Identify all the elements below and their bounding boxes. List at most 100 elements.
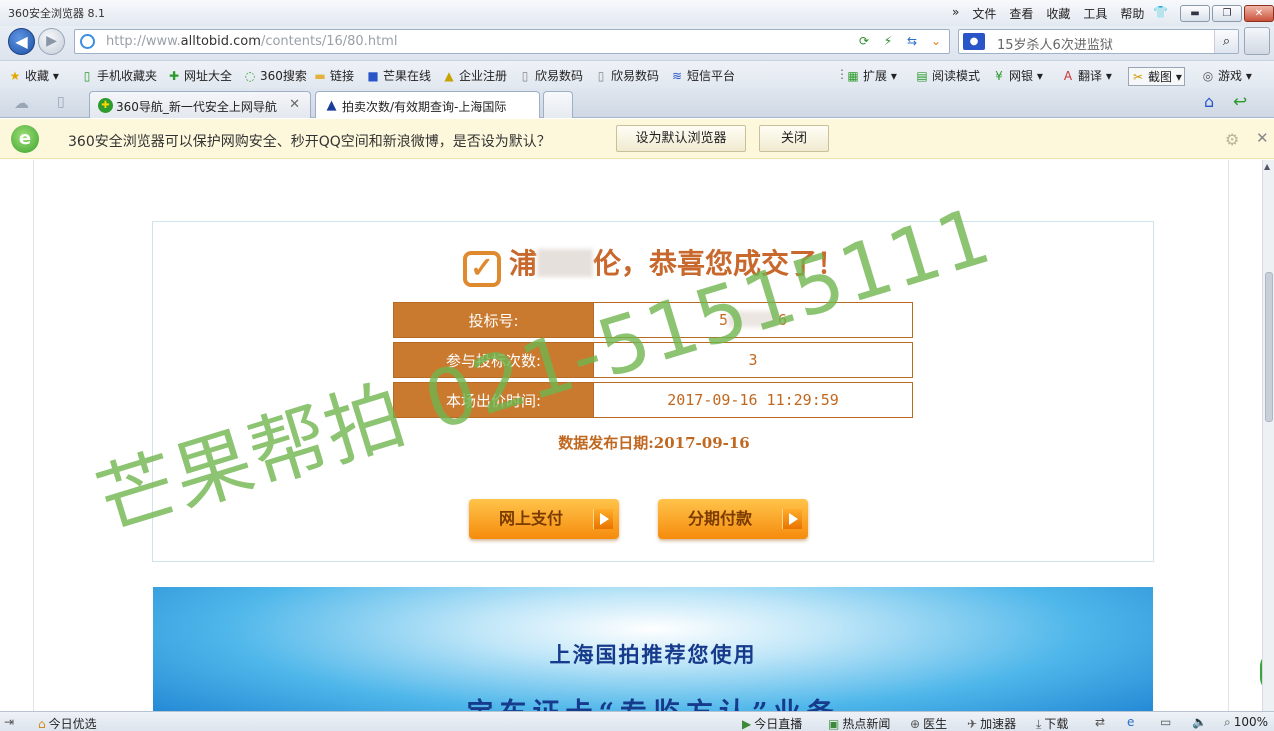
navigation-bar: ◀ ▶ http://www.alltobid.com/contents/16/… <box>0 26 1274 60</box>
play-arrow-icon <box>593 509 613 529</box>
cloud-icon[interactable]: ☁ <box>14 94 29 112</box>
infobar-close-button[interactable]: 关闭 <box>759 125 829 152</box>
status-p2p-icon[interactable]: ⇄ <box>1095 715 1105 729</box>
bookmark-mobile[interactable]: ▯ 手机收藏夹 <box>80 67 157 84</box>
forward-button[interactable]: ▶ <box>38 28 65 55</box>
menu-help[interactable]: 帮助 <box>1120 5 1144 22</box>
gear-icon[interactable]: ⚙ <box>1225 130 1239 149</box>
pay-installment-button[interactable]: 分期付款 <box>658 499 808 539</box>
tool-games[interactable]: ◎ 游戏 ▾ <box>1201 67 1252 84</box>
set-default-button[interactable]: 设为默认浏览器 <box>616 125 746 152</box>
menu-file[interactable]: 文件 <box>972 5 996 22</box>
sidebar-toggle-icon[interactable]: ⇥ <box>4 715 14 729</box>
bid-time-label: 本场出价时间: <box>393 382 594 418</box>
result-card: ✓ 浦伦，恭喜您成交了！ 投标号: 56 参与投标次数: 3 本场出价时间: 20… <box>152 221 1154 562</box>
play-arrow-icon <box>782 509 802 529</box>
maximize-button[interactable]: ❐ <box>1212 5 1242 22</box>
title-bar: 360安全浏览器 8.1 » 文件 查看 收藏 工具 帮助 👕 ▬ ❐ ✕ <box>0 0 1274 26</box>
menu-tools[interactable]: 工具 <box>1083 5 1107 22</box>
bid-time-value: 2017-09-16 11:29:59 <box>594 382 913 418</box>
bid-info-table: 投标号: 56 参与投标次数: 3 本场出价时间: 2017-09-16 11:… <box>393 298 913 422</box>
status-accelerator[interactable]: ✈ 加速器 <box>967 715 1016 731</box>
checkmark-icon: ✓ <box>462 251 501 287</box>
menu-more[interactable]: » <box>952 5 959 22</box>
new-tab-button[interactable] <box>543 91 573 118</box>
close-icon[interactable]: ✕ <box>1256 129 1269 147</box>
publish-date: 数据发布日期:2017-09-16 <box>558 434 750 452</box>
tab-label: 拍卖次数/有效期查询-上海国际 <box>342 100 507 114</box>
vertical-scrollbar[interactable]: ▲ <box>1262 160 1274 711</box>
status-news[interactable]: ▣ 热点新闻 <box>828 715 890 731</box>
status-download[interactable]: ⤓ 下载 <box>1036 715 1068 731</box>
status-live[interactable]: ▶ 今日直播 <box>742 715 802 731</box>
status-today-picks[interactable]: ⌂ 今日优选 <box>38 715 97 731</box>
bookmark-links[interactable]: ▬ 链接 <box>313 67 354 84</box>
back-button[interactable]: ◀ <box>8 28 35 55</box>
speed-icon[interactable]: ⚡ <box>877 31 899 52</box>
bookmark-xinyi-2[interactable]: ▯ 欣易数码 <box>594 67 659 84</box>
bookmark-register[interactable]: ▲ 企业注册 <box>442 67 507 84</box>
tool-extensions[interactable]: ▦ 扩展 ▾ <box>846 67 897 84</box>
bid-count-value: 3 <box>594 342 913 378</box>
baidu-paw-icon[interactable]: ● <box>963 33 985 50</box>
page-viewport: ✓ 浦伦，恭喜您成交了！ 投标号: 56 参与投标次数: 3 本场出价时间: 20… <box>0 160 1262 711</box>
page-icon <box>80 34 95 49</box>
home-icon[interactable]: ⌂ <box>1204 92 1214 111</box>
app-title: 360安全浏览器 8.1 <box>8 7 105 20</box>
refresh-icon[interactable]: ⟳ <box>853 31 875 52</box>
address-text[interactable]: http://www.alltobid.com/contents/16/80.h… <box>106 34 397 49</box>
table-row: 参与投标次数: 3 <box>393 342 913 378</box>
address-actions: ⟳ ⚡ ⇆ ⌄ <box>853 31 947 52</box>
browser-window: 360安全浏览器 8.1 » 文件 查看 收藏 工具 帮助 👕 ▬ ❐ ✕ ◀ … <box>0 0 1274 731</box>
window-controls: ▬ ❐ ✕ <box>1180 5 1274 22</box>
page-border-right <box>1228 160 1229 711</box>
address-bar[interactable]: http://www.alltobid.com/contents/16/80.h… <box>74 29 950 54</box>
menu-view[interactable]: 查看 <box>1009 5 1033 22</box>
tool-online-banking[interactable]: ¥ 网银 ▾ <box>992 67 1043 84</box>
volume-icon[interactable]: 🔈 <box>1192 715 1207 729</box>
table-row: 投标号: 56 <box>393 302 913 338</box>
bookmark-xinyi-1[interactable]: ▯ 欣易数码 <box>518 67 583 84</box>
tool-translate[interactable]: A 翻译 ▾ <box>1061 67 1112 84</box>
bookmark-360search[interactable]: ◌ 360搜索 <box>243 67 307 84</box>
bookmark-mango[interactable]: ■ 芒果在线 <box>366 67 431 84</box>
dropdown-arrow-icon[interactable]: ⌄ <box>925 31 947 52</box>
tool-screenshot[interactable]: ✂ 截图 ▾ <box>1128 67 1185 86</box>
search-input[interactable]: 15岁杀人6次进监狱 <box>997 34 1113 53</box>
close-window-button[interactable]: ✕ <box>1244 5 1274 22</box>
skin-icon[interactable]: 👕 <box>1153 5 1168 19</box>
zoom-level[interactable]: ⌕ 100% <box>1224 715 1268 730</box>
tool-reading-mode[interactable]: ▤ 阅读模式 <box>915 67 980 84</box>
undo-close-icon[interactable]: ↩ <box>1233 92 1247 112</box>
status-ie-icon[interactable]: e <box>1127 715 1134 729</box>
phone-icon[interactable]: ▯ <box>57 94 65 110</box>
search-box[interactable]: ● 15岁杀人6次进监狱 ⌕ <box>958 29 1239 54</box>
tab-alltobid[interactable]: ▲ 拍卖次数/有效期查询-上海国际 <box>315 91 540 118</box>
compat-mode-icon[interactable]: ⇆ <box>901 31 923 52</box>
bookmark-favorites[interactable]: ★ 收藏 ▾ <box>8 67 59 84</box>
congrats-heading: ✓ 浦伦，恭喜您成交了！ <box>153 242 1155 287</box>
tab-close-icon[interactable]: ✕ <box>289 97 300 112</box>
status-bar: ⇥ ⌂ 今日优选 ▶ 今日直播 ▣ 热点新闻 ⊕ 医生 ✈ 加速器 ⤓ 下载 ⇄ e ▭ 🔈… <box>0 711 1274 731</box>
bookmark-sites[interactable]: ✚ 网址大全 <box>167 67 232 84</box>
scroll-up-icon[interactable]: ▲ <box>1264 162 1270 171</box>
menu-favorites[interactable]: 收藏 <box>1046 5 1070 22</box>
status-window-icon[interactable]: ▭ <box>1160 715 1171 729</box>
minimize-button[interactable]: ▬ <box>1180 5 1210 22</box>
default-browser-infobar: e 360安全浏览器可以保护网购安全、秒开QQ空间和新浪微博，是否设为默认？ 设… <box>0 119 1274 159</box>
search-icon[interactable]: ⌕ <box>1214 30 1238 53</box>
tab-bar: ☁ ▯ ✚ 360导航_新一代安全上网导航 ✕ ▲ 拍卖次数/有效期查询-上海国… <box>0 88 1274 118</box>
scroll-thumb[interactable] <box>1265 272 1273 422</box>
tab-360-nav[interactable]: ✚ 360导航_新一代安全上网导航 ✕ <box>89 91 311 118</box>
bid-number-value: 56 <box>594 302 913 338</box>
banner-line-1: 上海国拍推荐您使用 <box>549 642 757 667</box>
page-border-left <box>33 160 34 711</box>
bookmark-sms[interactable]: ≋ 短信平台 <box>670 67 735 84</box>
redacted-bid-number <box>728 311 778 327</box>
status-doctor[interactable]: ⊕ 医生 <box>910 715 947 731</box>
promo-banner[interactable]: 上海国拍推荐您使用 宝车证卡“专监方认”业务 <box>153 587 1153 711</box>
tab-360-icon: ✚ <box>98 98 113 113</box>
user-avatar[interactable] <box>1244 27 1270 55</box>
banner-line-2: 宝车证卡“专监方认”业务 <box>153 691 1153 711</box>
pay-online-button[interactable]: 网上支付 <box>469 499 619 539</box>
